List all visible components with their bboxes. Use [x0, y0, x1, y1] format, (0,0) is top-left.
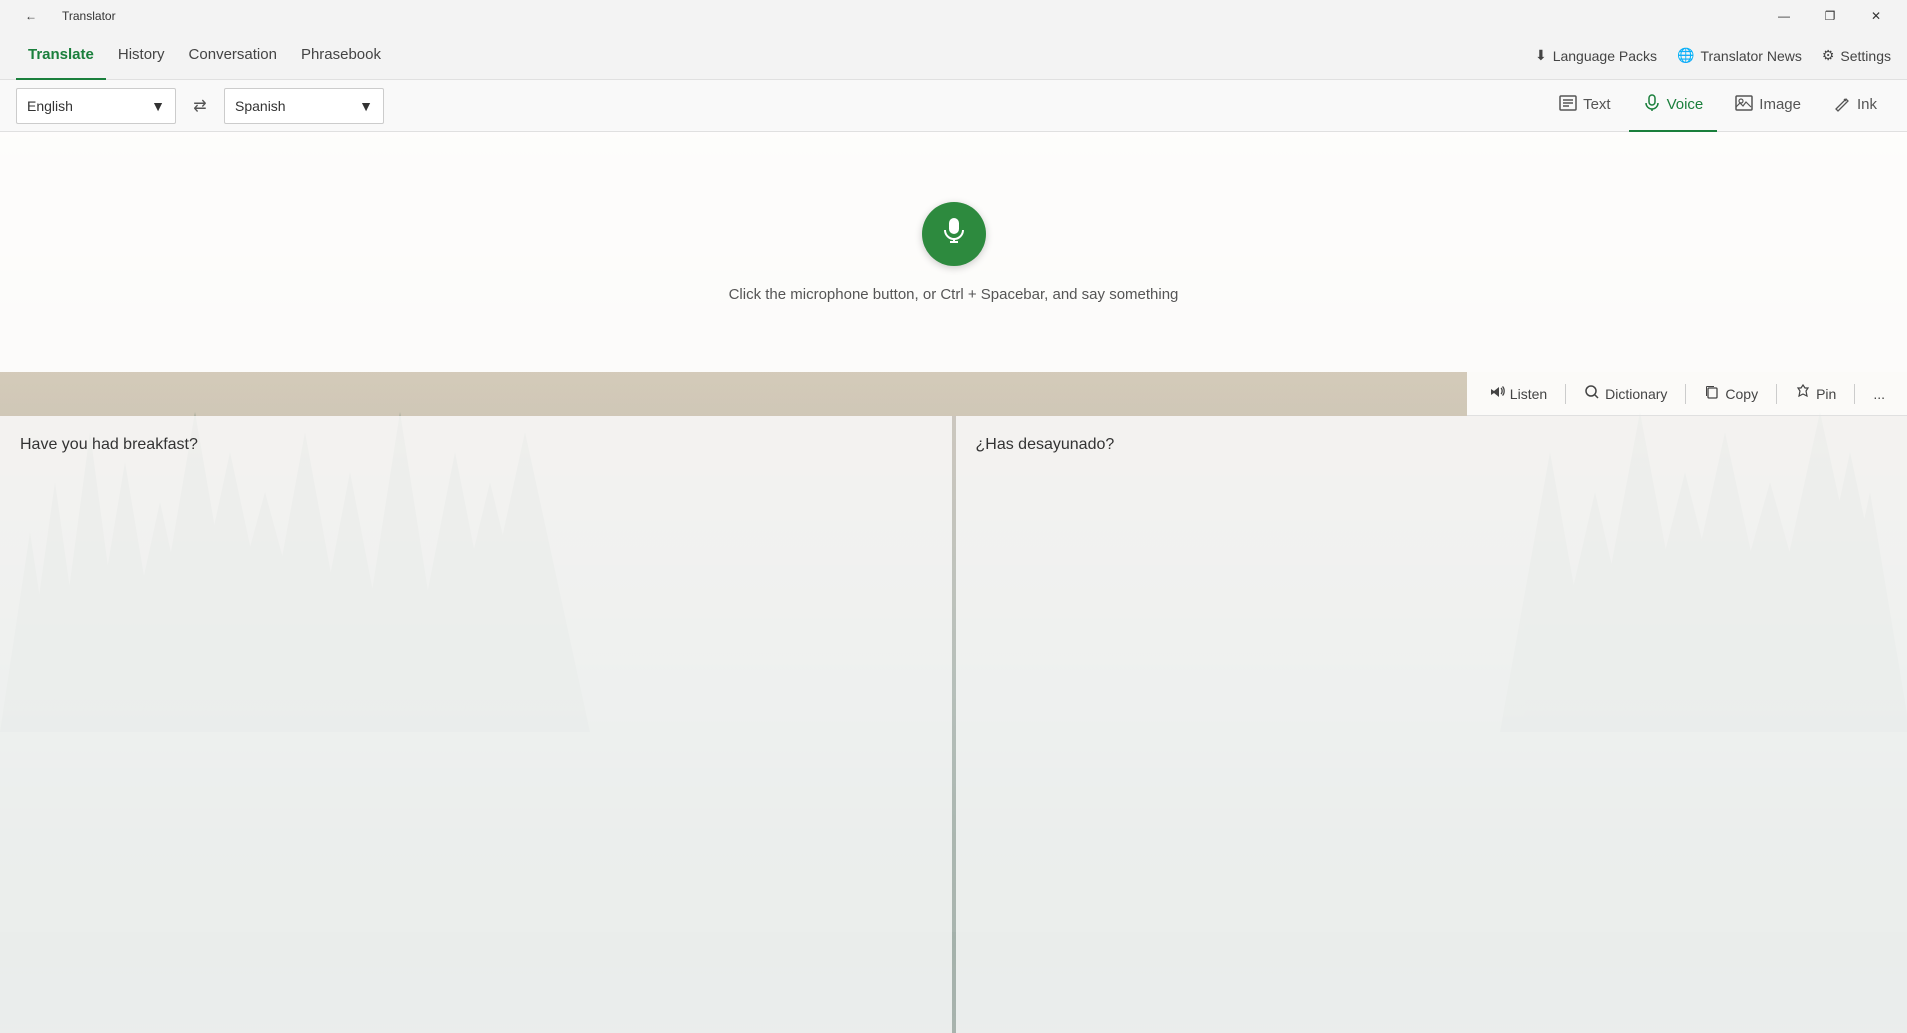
download-icon: ⬇: [1535, 47, 1547, 64]
source-language-select[interactable]: English ▼: [16, 88, 176, 124]
toolbar-divider-3: [1776, 384, 1777, 404]
dictionary-button[interactable]: Dictionary: [1574, 379, 1677, 408]
copy-icon: [1704, 384, 1720, 403]
main-content: Click the microphone button, or Ctrl + S…: [0, 132, 1907, 1033]
source-language-label: English: [27, 98, 73, 114]
nav-right-items: ⬇ Language Packs 🌐 Translator News ⚙ Set…: [1535, 47, 1891, 64]
image-mode-label: Image: [1759, 96, 1801, 113]
microphone-button[interactable]: [922, 202, 986, 266]
translator-news-button[interactable]: 🌐 Translator News: [1677, 47, 1802, 64]
target-panel[interactable]: ¿Has desayunado?: [956, 416, 1907, 1033]
title-bar-controls: — ❐ ✕: [1761, 0, 1899, 32]
globe-icon: 🌐: [1677, 47, 1694, 64]
toolbar-divider-1: [1565, 384, 1566, 404]
lang-selectors: English ▼ ⇄ Spanish ▼: [16, 88, 384, 124]
mode-text[interactable]: Text: [1545, 80, 1625, 132]
image-mode-icon: [1735, 94, 1753, 116]
more-label: ...: [1873, 386, 1885, 402]
voice-mode-icon: [1643, 94, 1661, 116]
swap-languages-button[interactable]: ⇄: [184, 90, 216, 122]
ink-mode-icon: [1833, 94, 1851, 116]
close-button[interactable]: ✕: [1853, 0, 1899, 32]
tab-translate[interactable]: Translate: [16, 32, 106, 80]
language-packs-label: Language Packs: [1553, 48, 1657, 64]
settings-label: Settings: [1840, 48, 1891, 64]
gear-icon: ⚙: [1822, 47, 1835, 64]
voice-mode-label: Voice: [1667, 96, 1704, 113]
listen-label: Listen: [1510, 386, 1547, 402]
recording-panel: Click the microphone button, or Ctrl + S…: [0, 132, 1907, 372]
tab-phrasebook[interactable]: Phrasebook: [289, 32, 393, 80]
dictionary-label: Dictionary: [1605, 386, 1667, 402]
copy-button[interactable]: Copy: [1694, 379, 1768, 408]
translated-text: ¿Has desayunado?: [976, 436, 1115, 453]
pin-label: Pin: [1816, 386, 1836, 402]
restore-button[interactable]: ❐: [1807, 0, 1853, 32]
ink-mode-label: Ink: [1857, 96, 1877, 113]
title-bar-left: ← Translator: [8, 0, 116, 32]
tab-history[interactable]: History: [106, 32, 177, 80]
dictionary-icon: [1584, 384, 1600, 403]
more-button[interactable]: ...: [1863, 381, 1895, 407]
pin-button[interactable]: Pin: [1785, 379, 1846, 408]
target-chevron-icon: ▼: [359, 98, 373, 114]
app-title: Translator: [62, 9, 116, 23]
microphone-icon: [940, 216, 968, 251]
mode-image[interactable]: Image: [1721, 80, 1815, 132]
source-panel[interactable]: Have you had breakfast?: [0, 416, 952, 1033]
title-bar: ← Translator — ❐ ✕: [0, 0, 1907, 32]
target-language-select[interactable]: Spanish ▼: [224, 88, 384, 124]
text-mode-label: Text: [1583, 96, 1611, 113]
lang-bar: English ▼ ⇄ Spanish ▼ Text: [0, 80, 1907, 132]
mode-tabs: Text Voice Image: [1545, 80, 1891, 132]
source-chevron-icon: ▼: [151, 98, 165, 114]
target-language-label: Spanish: [235, 98, 286, 114]
settings-button[interactable]: ⚙ Settings: [1822, 47, 1891, 64]
nav-bar: Translate History Conversation Phraseboo…: [0, 32, 1907, 80]
copy-label: Copy: [1725, 386, 1758, 402]
toolbar-divider-2: [1685, 384, 1686, 404]
minimize-button[interactable]: —: [1761, 0, 1807, 32]
listen-icon: [1489, 384, 1505, 403]
panels-container: Have you had breakfast? ¿Has desayunado?: [0, 416, 1907, 1033]
source-text: Have you had breakfast?: [20, 436, 198, 453]
pin-icon: [1795, 384, 1811, 403]
listen-button[interactable]: Listen: [1479, 379, 1557, 408]
mic-hint-text: Click the microphone button, or Ctrl + S…: [729, 286, 1179, 303]
back-button[interactable]: ←: [8, 0, 54, 32]
language-packs-button[interactable]: ⬇ Language Packs: [1535, 47, 1657, 64]
text-mode-icon: [1559, 94, 1577, 116]
mode-ink[interactable]: Ink: [1819, 80, 1891, 132]
translator-news-label: Translator News: [1700, 48, 1801, 64]
nav-tabs: Translate History Conversation Phraseboo…: [16, 32, 393, 80]
translation-toolbar: Listen Dictionary Copy: [1467, 372, 1907, 416]
swap-icon: ⇄: [193, 96, 206, 116]
mode-voice[interactable]: Voice: [1629, 80, 1718, 132]
toolbar-divider-4: [1854, 384, 1855, 404]
tab-conversation[interactable]: Conversation: [177, 32, 289, 80]
